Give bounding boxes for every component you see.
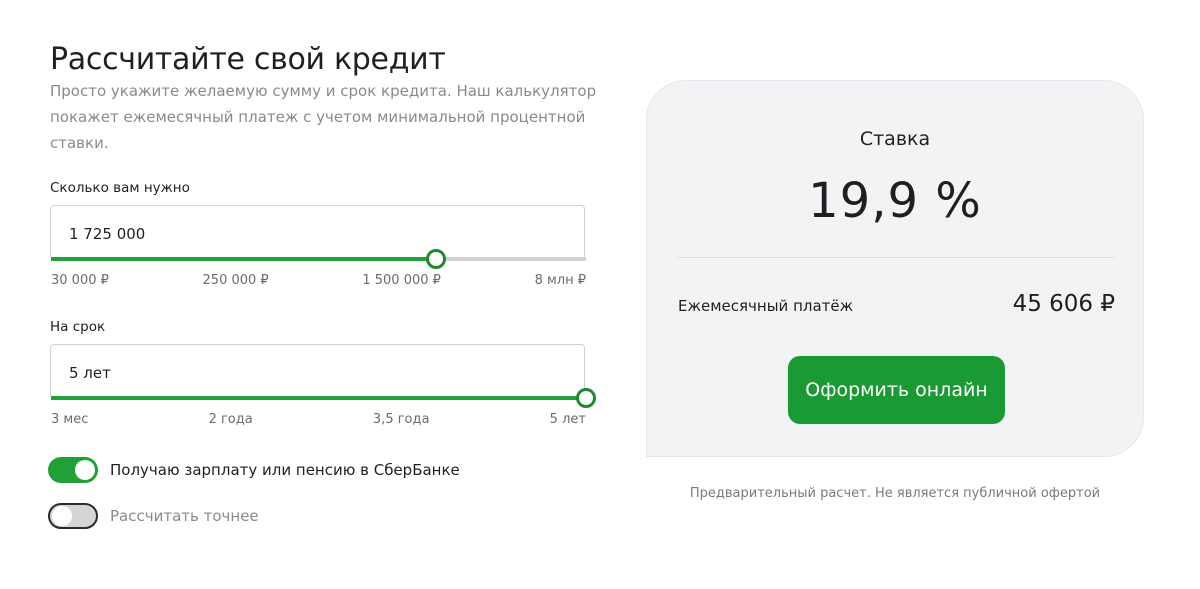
disclaimer: Предварительный расчет. Не является публ… (689, 486, 1101, 501)
toggle-knob (52, 506, 72, 526)
term-ticks: 3 мес 2 года 3,5 года 5 лет (51, 412, 586, 427)
precise-toggle-row[interactable]: Рассчитать точнее (48, 503, 259, 529)
toggle-knob (75, 460, 95, 480)
rate-value: 19,9 % (808, 173, 982, 229)
amount-slider-thumb[interactable] (426, 249, 447, 269)
amount-tick: 30 000 ₽ (51, 273, 109, 288)
term-slider[interactable] (51, 388, 596, 408)
salary-toggle-row[interactable]: Получаю зарплату или пенсию в СберБанке (48, 457, 460, 483)
term-field[interactable]: 5 лет (50, 344, 585, 398)
salary-toggle-label: Получаю зарплату или пенсию в СберБанке (110, 461, 460, 479)
amount-tick: 8 млн ₽ (534, 273, 586, 288)
salary-toggle[interactable] (48, 457, 98, 483)
monthly-payment-label: Ежемесячный платёж (678, 297, 854, 315)
term-tick: 3 мес (51, 412, 89, 427)
amount-field[interactable]: 1 725 000 (50, 205, 585, 259)
term-tick: 2 года (208, 412, 253, 427)
page-description: Просто укажите желаемую сумму и срок кре… (50, 82, 597, 152)
amount-ticks: 30 000 ₽ 250 000 ₽ 1 500 000 ₽ 8 млн ₽ (51, 273, 586, 288)
term-slider-fill (51, 396, 586, 400)
monthly-payment-value: 45 606 ₽ (1012, 291, 1115, 317)
amount-label: Сколько вам нужно (50, 180, 190, 196)
apply-online-button[interactable]: Оформить онлайн (788, 356, 1005, 424)
amount-tick: 250 000 ₽ (202, 273, 269, 288)
result-card: Ставка 19,9 % Ежемесячный платёж 45 606 … (646, 80, 1144, 457)
term-label: На срок (50, 319, 106, 335)
term-tick: 5 лет (549, 412, 586, 427)
amount-tick: 1 500 000 ₽ (362, 273, 441, 288)
amount-value: 1 725 000 (69, 225, 146, 243)
precise-toggle[interactable] (48, 503, 98, 529)
credit-calculator: Рассчитайте свой кредит Просто укажите ж… (0, 0, 1200, 589)
term-tick: 3,5 года (372, 412, 430, 427)
page-title: Рассчитайте свой кредит (50, 42, 446, 78)
amount-slider[interactable] (51, 249, 586, 269)
amount-slider-fill (51, 257, 437, 261)
divider (677, 257, 1115, 258)
rate-label: Ставка (859, 128, 931, 150)
precise-toggle-label: Рассчитать точнее (110, 507, 259, 525)
term-slider-thumb[interactable] (576, 388, 596, 408)
term-value: 5 лет (69, 364, 111, 382)
